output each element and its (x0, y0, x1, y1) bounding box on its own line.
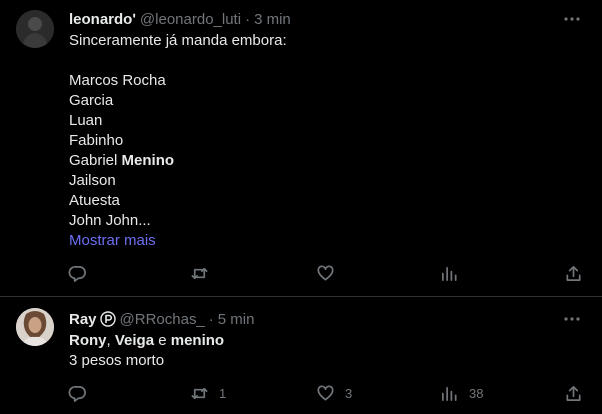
like-button[interactable]: 3 (316, 376, 352, 410)
action-bar: 1 3 38 (60, 376, 590, 410)
display-name[interactable]: leonardoʹ (69, 11, 136, 28)
reply-icon (68, 265, 86, 282)
like-count: 3 (345, 385, 353, 401)
reply-button[interactable] (68, 376, 97, 410)
action-bar (60, 256, 590, 290)
reply-button[interactable] (68, 256, 97, 290)
tweet[interactable]: Ray @RRochas_ · 5 min Rony, Veiga e meni… (0, 297, 602, 414)
reply-icon (68, 385, 86, 402)
avatar[interactable] (16, 308, 54, 346)
retweet-button[interactable] (190, 256, 219, 290)
retweet-icon (191, 267, 208, 279)
tweet-header: Ray @RRochas_ · 5 min (69, 309, 254, 329)
text-line: Sinceramente já manda embora: (69, 32, 287, 49)
text-line: 3 pesos morto (69, 352, 165, 369)
bold-text: Menino (121, 152, 175, 169)
more-icon[interactable] (562, 309, 582, 329)
separator-dot: · (208, 310, 214, 328)
views-icon (441, 386, 457, 401)
text-line: Atuesta (69, 192, 120, 209)
share-icon (566, 265, 581, 281)
avatar[interactable] (16, 10, 54, 48)
views-button[interactable]: 38 (440, 376, 483, 410)
retweet-icon (191, 387, 208, 399)
views-button[interactable] (440, 256, 469, 290)
tweet-text: Rony, Veiga e menino 3 pesos morto (69, 331, 224, 371)
views-icon (441, 266, 457, 281)
timestamp[interactable]: 5 min (218, 311, 255, 328)
like-icon (317, 385, 334, 401)
bold-text: menino (170, 332, 225, 349)
avatar-image (16, 10, 54, 48)
text-line: Jailson (69, 172, 116, 189)
text-span: e (154, 332, 171, 349)
show-more-link[interactable]: Mostrar mais (69, 231, 287, 251)
text-line: Garcia (69, 92, 114, 109)
text-line: Fabinho (69, 132, 124, 149)
retweet-button[interactable]: 1 (190, 376, 226, 410)
text-span: Gabriel (69, 152, 122, 169)
share-icon (566, 385, 581, 401)
text-span: , (106, 332, 115, 349)
tweet-text: Sinceramente já manda embora: Marcos Roc… (69, 31, 287, 251)
timestamp[interactable]: 3 min (254, 11, 291, 28)
views-count: 38 (469, 385, 484, 401)
text-line: John John... (69, 212, 151, 229)
text-line: Marcos Rocha (69, 72, 166, 89)
handle[interactable]: @RRochas_ (120, 311, 205, 328)
like-button[interactable] (316, 256, 345, 290)
tweet-header: leonardoʹ @leonardo_luti · 3 min (69, 9, 291, 29)
text-line: Gabriel Menino (69, 151, 287, 171)
more-icon[interactable] (562, 9, 582, 29)
text-line: Luan (69, 112, 103, 129)
like-icon (317, 265, 334, 281)
retweet-count: 1 (219, 385, 227, 401)
share-button[interactable] (564, 376, 583, 410)
avatar-image (16, 308, 54, 346)
tweet[interactable]: leonardoʹ @leonardo_luti · 3 min Sincera… (0, 0, 602, 296)
bold-text: Rony (69, 332, 107, 349)
verified-p-icon (99, 311, 116, 327)
display-name[interactable]: Ray (69, 311, 97, 328)
separator-dot: · (245, 10, 251, 28)
text-line: Rony, Veiga e menino (69, 331, 224, 351)
share-button[interactable] (564, 256, 583, 290)
handle[interactable]: @leonardo_luti (140, 11, 241, 28)
bold-text: Veiga (114, 332, 155, 349)
